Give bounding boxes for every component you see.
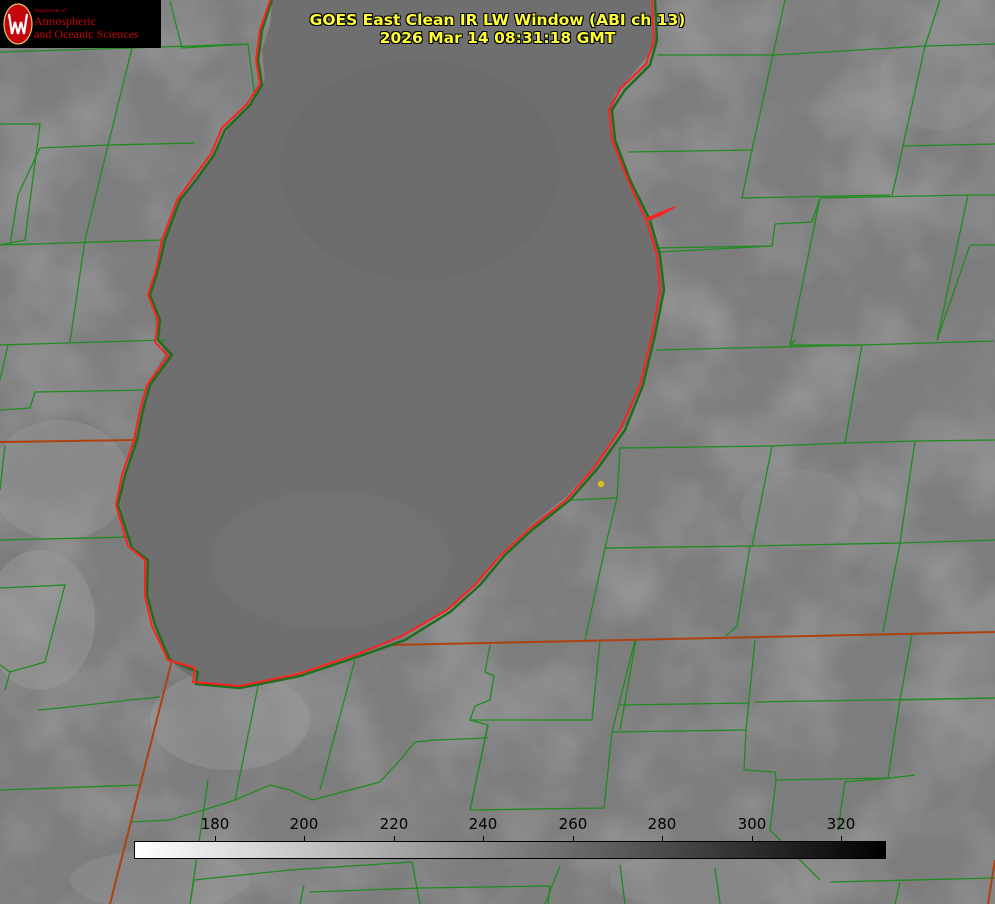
colorbar-tick-label: 240 [468, 815, 498, 833]
colorbar-tick-label: 180 [200, 815, 230, 833]
colorbar-tick-label: 200 [289, 815, 319, 833]
lake-texture [210, 490, 450, 630]
title-timestamp: 2026 Mar 14 08:31:18 GMT [379, 29, 616, 47]
title-line1: GOES East Clean IR LW Window (ABI ch 13) [309, 11, 686, 29]
colorbar-tick-label: 300 [737, 815, 767, 833]
cloud-patch [740, 470, 860, 550]
satellite-map [0, 0, 995, 904]
colorbar-tick-label: 320 [826, 815, 856, 833]
station-marker [597, 480, 605, 488]
colorbar-tick-label: 280 [647, 815, 677, 833]
lake-texture [280, 60, 560, 280]
colorbar-ticks: 180 200 220 240 260 280 300 320 [0, 813, 995, 843]
image-title: GOES East Clean IR LW Window (ABI ch 13)… [0, 11, 995, 47]
colorbar-gradient [134, 841, 886, 859]
colorbar-tick-label: 260 [558, 815, 588, 833]
satellite-image-viewer: Department of Atmospheric and Oceanic Sc… [0, 0, 995, 904]
colorbar-tick-label: 220 [379, 815, 409, 833]
